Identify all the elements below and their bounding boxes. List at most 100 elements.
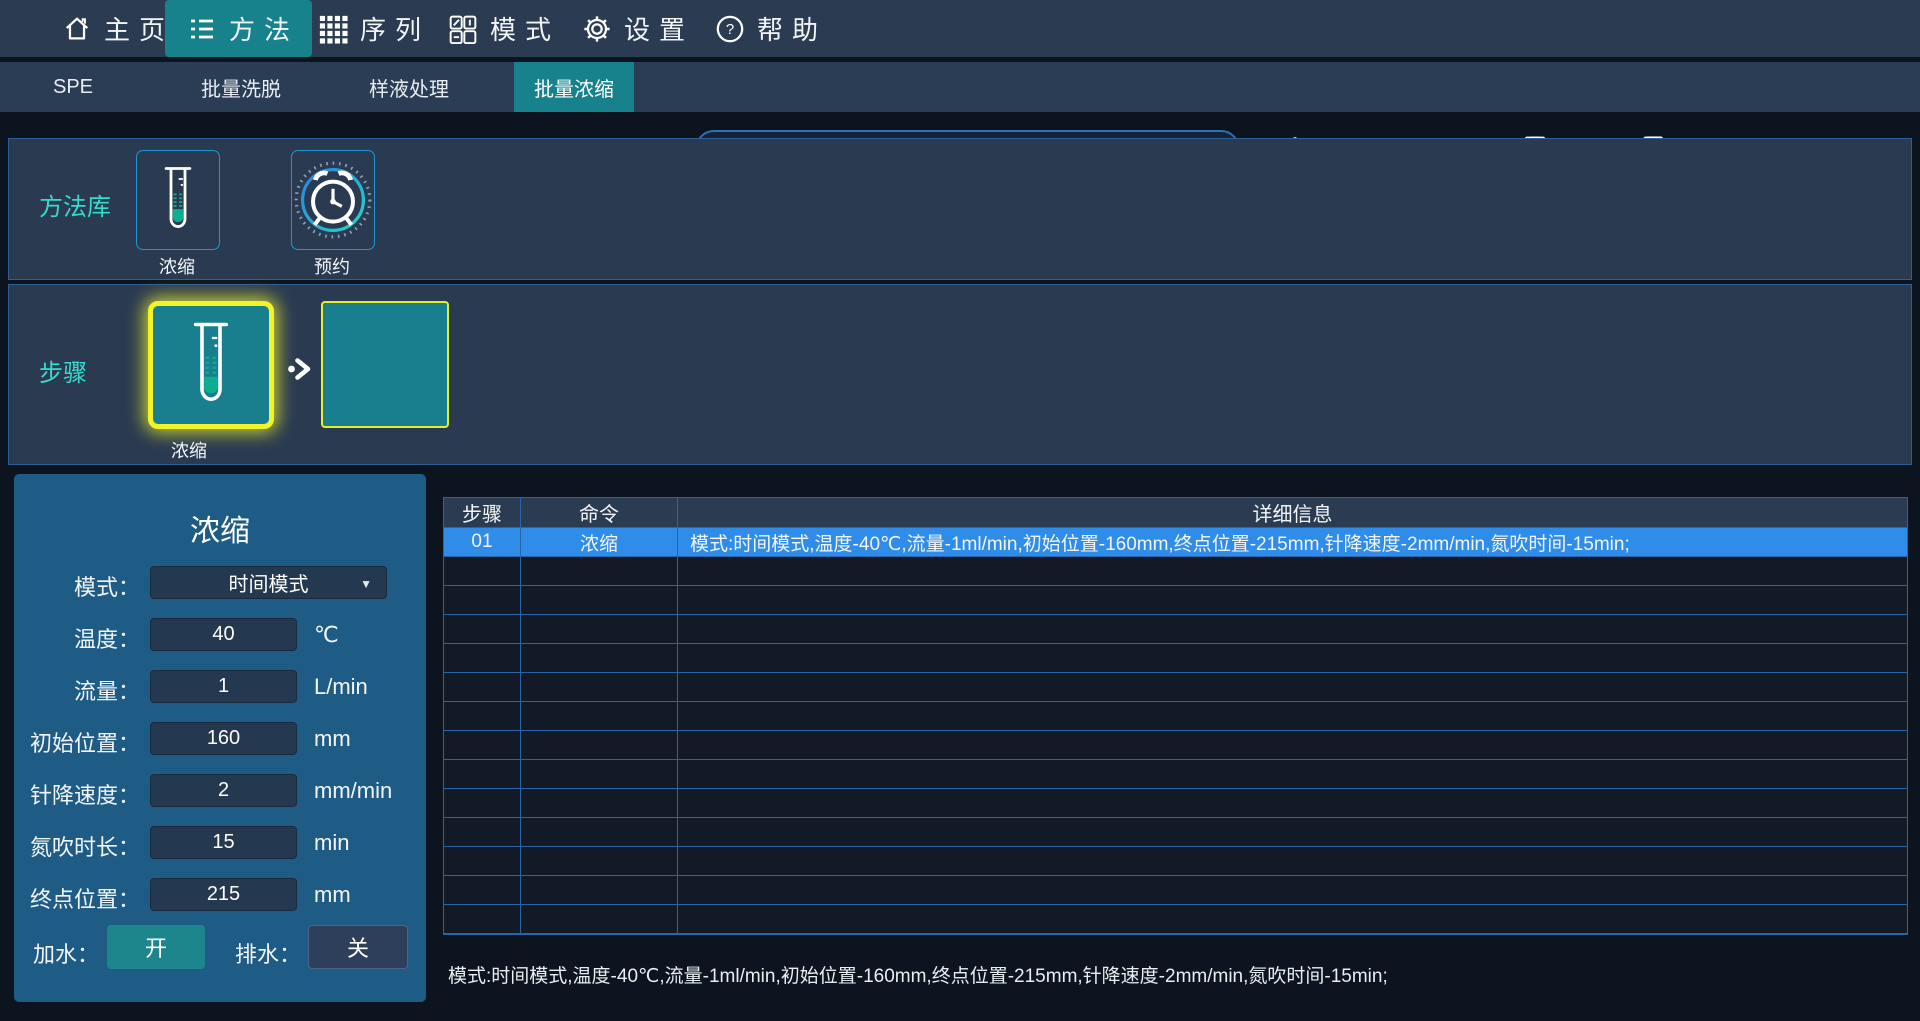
field-label-needle-speed: 针降速度： (22, 778, 140, 810)
empty-cell (678, 847, 1907, 876)
drain-toggle-button[interactable]: 关 (308, 925, 408, 969)
steps-title: 步骤 (39, 353, 87, 388)
field-unit-needle-speed: mm/min (314, 778, 392, 804)
empty-cell (444, 615, 521, 644)
table-row-empty (444, 702, 1907, 731)
table-row-empty (444, 615, 1907, 644)
svg-text:?: ? (726, 21, 734, 38)
field-row-mode: 模式： 时间模式▼ (14, 566, 426, 600)
panel-title: 浓缩 (14, 506, 426, 550)
toggle-row: 加水：开排水：关 (14, 925, 426, 975)
empty-cell (444, 847, 521, 876)
nav-item-help[interactable]: ?帮助 (715, 0, 818, 57)
nav-label-method: 方法 (229, 10, 299, 47)
field-unit-nitrogen-time: min (314, 830, 349, 856)
clock-icon (293, 160, 373, 240)
help-icon: ? (715, 14, 745, 44)
method-library-section: 方法库 浓缩预约 (8, 138, 1912, 280)
steps-section: 步骤 浓缩 (8, 284, 1912, 465)
chevron-down-icon: ▼ (360, 577, 372, 591)
step-concentrate-selected[interactable] (148, 301, 274, 429)
empty-cell (521, 818, 678, 847)
method-tabbar: 方法名称: 苯并芘浓缩 新建打开保存另存 SPE批量洗脱样液处理批量浓缩 (0, 62, 1920, 112)
field-label-mode: 模式： (22, 570, 140, 602)
add-water-toggle-button[interactable]: 开 (107, 925, 205, 969)
nav-label-mode: 模式 (490, 10, 560, 47)
end-position-input[interactable]: 215 (150, 878, 297, 911)
table-header-command: 命令 (521, 498, 678, 528)
empty-cell (678, 789, 1907, 818)
empty-cell (521, 760, 678, 789)
library-label-reserve: 预约 (291, 253, 373, 279)
field-row-start-position: 初始位置：160mm (14, 722, 426, 756)
tab-batch-concentration[interactable]: 批量浓缩 (514, 62, 634, 112)
nav-item-settings[interactable]: 设置 (582, 0, 685, 57)
nav-item-sequence[interactable]: 序列 (318, 0, 421, 57)
field-row-end-position: 终点位置： 215 mm (14, 878, 426, 912)
tube-icon (184, 316, 238, 414)
row-command-cell: 浓缩 (521, 528, 678, 557)
empty-cell (521, 673, 678, 702)
table-row-empty (444, 905, 1907, 934)
empty-cell (444, 557, 521, 586)
empty-cell (678, 731, 1907, 760)
flow-input[interactable]: 1 (150, 670, 297, 703)
toggle-label-add-water: 加水： (33, 937, 99, 969)
empty-cell (444, 644, 521, 673)
empty-cell (444, 731, 521, 760)
grid-icon (318, 14, 348, 44)
tab-batch-elution[interactable]: 批量洗脱 (146, 62, 336, 112)
step-label: 浓缩 (171, 437, 207, 463)
nitrogen-time-input[interactable]: 15 (150, 826, 297, 859)
empty-cell (678, 818, 1907, 847)
field-row-flow: 流量：1L/min (14, 670, 426, 704)
home-icon (62, 14, 92, 44)
table-row-empty (444, 876, 1907, 905)
empty-cell (521, 905, 678, 934)
empty-cell (444, 673, 521, 702)
field-unit-flow: L/min (314, 674, 368, 700)
library-item-reserve[interactable] (291, 150, 375, 250)
table-row-empty (444, 644, 1907, 673)
nav-label-sequence: 序列 (360, 10, 430, 47)
field-label-end-position: 终点位置： (22, 882, 140, 914)
nav-item-mode[interactable]: 模式 (448, 0, 551, 57)
table-row-empty (444, 789, 1907, 818)
step-slot-empty[interactable] (321, 301, 449, 428)
start-position-input[interactable]: 160 (150, 722, 297, 755)
field-label-temperature: 温度： (22, 622, 140, 654)
empty-cell (678, 905, 1907, 934)
tube-icon (157, 162, 199, 238)
nav-label-settings: 设置 (624, 10, 694, 47)
table-row[interactable]: 01浓缩模式:时间模式,温度-40℃,流量-1ml/min,初始位置-160mm… (444, 528, 1907, 557)
tab-spe[interactable]: SPE (0, 62, 146, 112)
nav-item-method[interactable]: 方法 (165, 0, 312, 57)
empty-cell (678, 876, 1907, 905)
top-navbar: 主页方法序列模式设置?帮助 (0, 0, 1920, 57)
empty-cell (444, 789, 521, 818)
empty-cell (521, 731, 678, 760)
field-unit-temperature: ℃ (314, 622, 339, 648)
temperature-input[interactable]: 40 (150, 618, 297, 651)
nav-item-home[interactable]: 主页 (62, 0, 165, 57)
field-unit-end-position: mm (314, 882, 351, 908)
empty-cell (521, 644, 678, 673)
gear-icon (582, 14, 612, 44)
empty-cell (521, 847, 678, 876)
empty-cell (444, 818, 521, 847)
empty-cell (444, 760, 521, 789)
field-row-temperature: 温度： 40 ℃ (14, 618, 426, 652)
nav-label-help: 帮助 (757, 10, 827, 47)
library-item-concentrate[interactable] (136, 150, 220, 250)
library-label-concentrate: 浓缩 (136, 253, 218, 279)
empty-cell (678, 702, 1907, 731)
arrow-icon (287, 357, 313, 381)
mode-select[interactable]: 时间模式▼ (150, 566, 387, 599)
field-unit-start-position: mm (314, 726, 351, 752)
tab-sample-processing[interactable]: 样液处理 (336, 62, 482, 112)
table-row-empty (444, 731, 1907, 760)
table-header-row: 步骤命令详细信息 (444, 498, 1907, 528)
parameter-panel: 浓缩 模式：时间模式▼温度：40℃流量：1L/min初始位置：160mm针降速度… (14, 474, 426, 1002)
steps-table: 步骤命令详细信息01浓缩模式:时间模式,温度-40℃,流量-1ml/min,初始… (443, 497, 1908, 935)
needle-speed-input[interactable]: 2 (150, 774, 297, 807)
